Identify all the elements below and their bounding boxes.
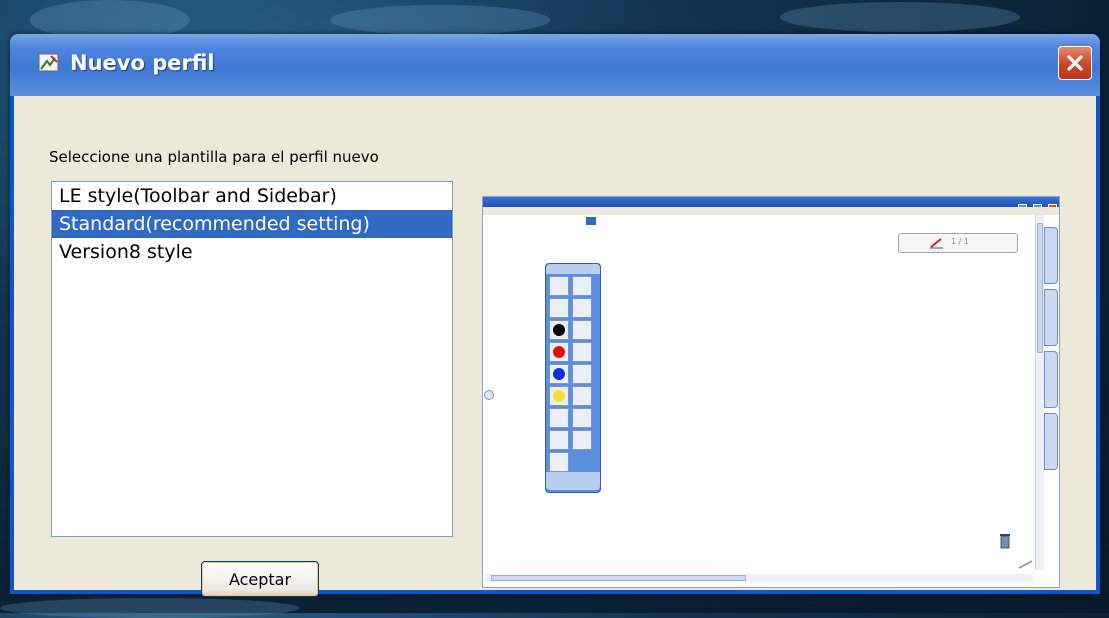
color-swatch-icon [553, 324, 565, 336]
color-swatch-icon [553, 368, 565, 380]
preview-page-indicator: 1 / 1 [898, 233, 1018, 253]
preview-menu-item [553, 217, 559, 225]
preview-horizontal-scroll-thumb [491, 575, 746, 581]
template-prompt: Seleccione una plantilla para el perfil … [49, 148, 379, 166]
preview-expand-arrow-icon [484, 390, 494, 400]
preview-side-tab [1044, 227, 1058, 284]
preview-menu-item [535, 217, 541, 225]
close-button[interactable] [1058, 46, 1092, 80]
preview-tool-icon [549, 364, 569, 384]
profile-pen-icon [38, 53, 59, 72]
preview-menu-item [518, 217, 524, 225]
preview-side-tab [1044, 413, 1058, 470]
preview-side-tabs [1044, 227, 1058, 477]
list-item-le-style[interactable]: LE style(Toolbar and Sidebar) [52, 182, 452, 210]
trash-icon [1000, 534, 1010, 549]
color-swatch-icon [553, 346, 565, 358]
preview-tool-icon [549, 452, 569, 472]
title-bar[interactable]: Nuevo perfil [10, 34, 1100, 96]
preview-tool-icon [572, 408, 592, 428]
list-item-standard[interactable]: Standard(recommended setting) [52, 210, 452, 238]
preview-tool-icon [572, 386, 592, 406]
preview-horizontal-scrollbar [485, 574, 1033, 582]
list-item-version8[interactable]: Version8 style [52, 238, 452, 266]
preview-menu-item [486, 217, 491, 225]
preview-tool-icon [572, 364, 592, 384]
preview-menu-item [570, 217, 575, 225]
preview-vertical-scrollbar [1035, 215, 1044, 570]
preview-menu-item [502, 217, 507, 225]
new-profile-window: Nuevo perfil Seleccione una plantilla pa… [10, 34, 1100, 597]
preview-tool-icon [572, 298, 592, 318]
preview-tool-icon [572, 430, 592, 450]
preview-tool-icon [549, 386, 569, 406]
close-icon [1067, 55, 1083, 71]
preview-tool-icon [549, 408, 569, 428]
preview-menubar [483, 207, 1059, 225]
preview-tool-icon [549, 342, 569, 362]
preview-toolbar-header [546, 264, 600, 274]
preview-menu-item [607, 217, 610, 225]
preview-toolbar [545, 263, 601, 493]
preview-tool-icon [572, 320, 592, 340]
dialog-body: Seleccione una plantilla para el perfil … [14, 96, 1096, 597]
preview-tool-icon [549, 276, 569, 296]
preview-side-tab [1044, 289, 1058, 346]
pen-icon [930, 238, 943, 249]
preview-toolbar-footer [546, 472, 600, 490]
preview-vertical-scroll-thumb [1037, 223, 1043, 353]
preview-page-number: 1 / 1 [951, 237, 969, 246]
preview-menu-item-active [585, 217, 597, 225]
resize-grip-icon [1018, 560, 1033, 569]
preview-tool-icon [549, 430, 569, 450]
preview-tool-icon [549, 298, 569, 318]
template-preview: 1 / 1 [482, 196, 1060, 588]
window-title: Nuevo perfil [70, 51, 215, 75]
preview-tool-icon [572, 342, 592, 362]
preview-tool-icon [549, 320, 569, 340]
preview-titlebar [483, 197, 1059, 213]
preview-tool-icon [572, 276, 592, 296]
preview-side-tab [1044, 351, 1058, 408]
template-list[interactable]: LE style(Toolbar and Sidebar) Standard(r… [51, 181, 453, 537]
accept-button[interactable]: Aceptar [201, 561, 319, 597]
color-swatch-icon [553, 390, 565, 402]
